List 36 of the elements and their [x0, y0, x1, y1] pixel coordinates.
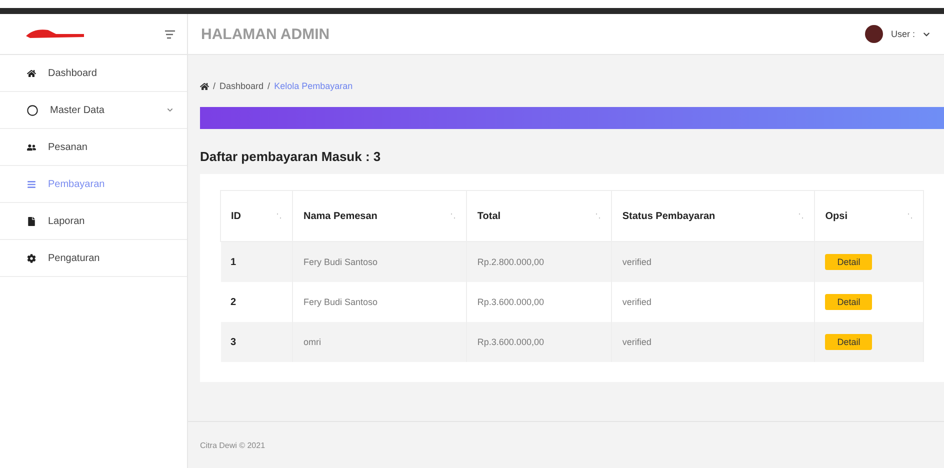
user-menu[interactable]: User : [890, 29, 930, 39]
section-heading: Daftar pembayaran Masuk : 3 [200, 149, 382, 164]
sidebar-item[interactable]: Laporan [0, 203, 187, 240]
sidebar-item[interactable]: Pengaturan [0, 240, 187, 277]
table-cell: Rp.3.600.000,00 [466, 322, 612, 362]
detail-button[interactable]: Detail [825, 294, 872, 310]
users-icon [27, 142, 36, 152]
breadcrumb-link[interactable]: Dashboard [220, 81, 264, 91]
settings-icon [27, 254, 36, 262]
column-header[interactable]: Status Pembayaran [612, 190, 815, 242]
breadcrumb-separator: / [213, 81, 216, 91]
file-icon [27, 216, 36, 226]
list-icon [27, 180, 36, 188]
footer-text: Citra Dewi © 2021 [200, 440, 266, 450]
table-cell: verified [612, 322, 815, 362]
breadcrumb-separator: / [268, 81, 270, 91]
sidebar-item[interactable]: Pesanan [0, 129, 187, 166]
chevron-icon [923, 30, 930, 38]
page-title: HALAMAN ADMIN [201, 26, 330, 42]
table-cell: 3 [220, 322, 293, 362]
sort-icon [277, 213, 282, 219]
detail-button[interactable]: Detail [825, 254, 872, 270]
home-icon [200, 82, 209, 90]
sort-icon [596, 213, 602, 219]
sort-icon [451, 213, 456, 219]
sidebar-item[interactable]: Master Data [0, 92, 187, 129]
logo-drawing [26, 28, 86, 40]
menu-toggle-icon[interactable] [165, 30, 175, 38]
detail-button[interactable]: Detail [825, 334, 872, 350]
avatar [864, 25, 883, 43]
home-icon [27, 68, 36, 78]
table-cell: omri [292, 322, 467, 362]
column-header[interactable]: ID [220, 190, 293, 242]
sidebar-item[interactable]: Dashboard [0, 55, 187, 92]
sort-icon [799, 213, 804, 219]
sort-icon [908, 213, 913, 219]
